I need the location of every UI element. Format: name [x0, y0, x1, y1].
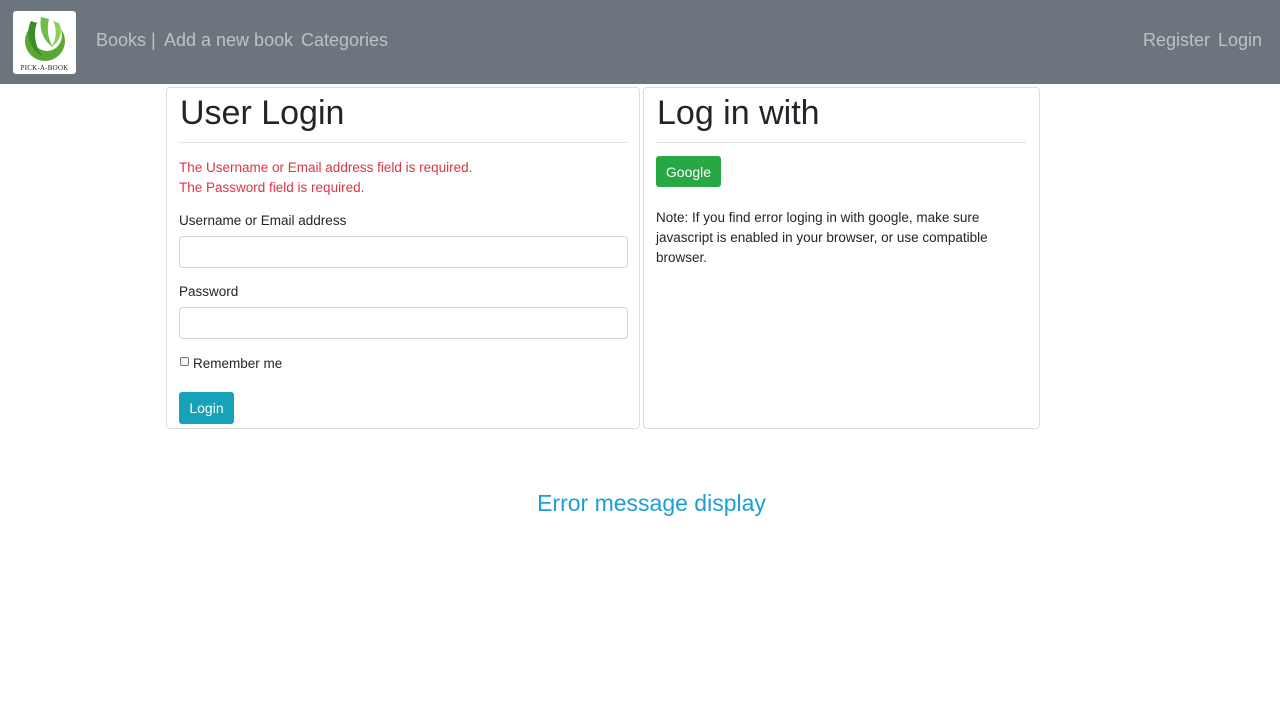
login-submit-button[interactable]: Login [179, 392, 234, 424]
username-input[interactable] [179, 236, 628, 268]
nav-register-link[interactable]: Register [1143, 29, 1210, 51]
error-message-display: Error message display [537, 490, 766, 516]
google-login-button[interactable]: Google [656, 156, 721, 187]
book-leaf-icon [25, 17, 65, 61]
nav-login-link[interactable]: Login [1218, 29, 1262, 51]
nav-add-book-link[interactable]: Add a new book [164, 29, 293, 51]
username-error: The Username or Email address field is r… [179, 160, 473, 175]
external-login-title: Log in with [657, 94, 820, 132]
logo-text: PICK-A-BOOK [20, 64, 69, 72]
password-label: Password [179, 284, 239, 299]
login-divider [179, 142, 628, 143]
pick-a-book-logo[interactable]: PICK-A-BOOK [13, 11, 76, 74]
password-error: The Password field is required. [179, 180, 365, 195]
nav-books-link[interactable]: Books | [96, 29, 156, 51]
remember-me-label[interactable]: Remember me [193, 355, 282, 373]
google-login-note: Note: If you find error loging in with g… [656, 210, 988, 265]
external-login-card: Log in with Google Note: If you find err… [643, 87, 1040, 429]
nav-categories-link[interactable]: Categories [301, 29, 388, 51]
external-login-divider [656, 142, 1026, 143]
user-login-card: User Login The Username or Email address… [166, 87, 640, 429]
username-label: Username or Email address [179, 213, 347, 228]
top-navbar: PICK-A-BOOK Books | Add a new book Categ… [0, 0, 1280, 84]
remember-me-checkbox[interactable] [180, 357, 189, 366]
login-title: User Login [180, 94, 345, 132]
password-input[interactable] [179, 307, 628, 339]
